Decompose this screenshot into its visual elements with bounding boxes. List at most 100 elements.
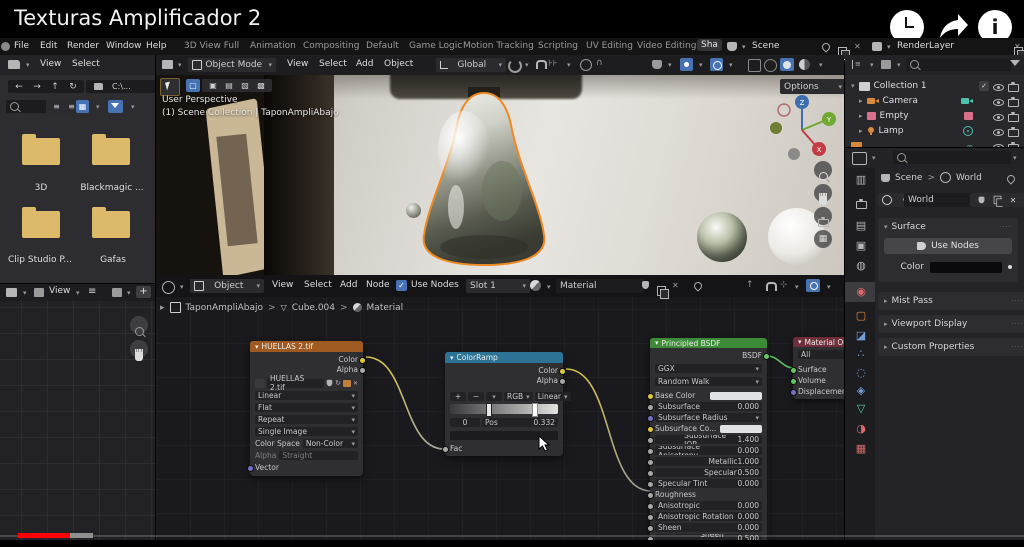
outliner-filter-chevron-icon[interactable]: ▾: [897, 61, 901, 69]
socket-alpha-output[interactable]: [559, 378, 566, 385]
socket-bsdf-output[interactable]: [763, 353, 770, 360]
node-snap-magnet-icon[interactable]: [766, 282, 777, 291]
workspace-tab-compositing[interactable]: Compositing: [303, 41, 359, 51]
shading-material-preview-button[interactable]: [780, 58, 794, 71]
workspace-tab-3d-view-full[interactable]: 3D View Full: [184, 41, 239, 51]
node-overlays-chevron-icon[interactable]: ▾: [827, 283, 831, 291]
material-slot-selector[interactable]: Slot 1 ▾: [466, 279, 530, 293]
show-gizmo-toggle[interactable]: [680, 58, 693, 71]
projection-dropdown[interactable]: Flat ▾: [255, 403, 358, 412]
panel-grip-icon[interactable]: ····: [1011, 343, 1024, 351]
socket-base-color[interactable]: [647, 393, 654, 400]
hide-eye-icon[interactable]: [993, 127, 1004, 136]
scene-datablock-icon[interactable]: [727, 42, 737, 51]
expand-icon[interactable]: ▸: [859, 112, 863, 120]
node-principled-bsdf[interactable]: ▾ Principled BSDF BSDF GGX ▾ Random Walk ▾ …: [647, 338, 770, 540]
use-nodes-checkbox[interactable]: ✓: [396, 280, 407, 291]
custom-properties-panel[interactable]: ▸ Custom Properties ····: [878, 338, 1024, 356]
object-name[interactable]: Empty: [880, 111, 909, 121]
breadcrumb-world[interactable]: World: [956, 173, 982, 183]
chrome-sphere-object[interactable]: [697, 212, 747, 262]
stop-index-field[interactable]: 0: [450, 418, 480, 427]
ramp-interpolation-dropdown[interactable]: Linear ▾: [534, 392, 571, 401]
shading-rendered-button[interactable]: [799, 59, 810, 70]
image-datablock-chevron-icon[interactable]: ▾: [127, 289, 131, 297]
image-editor-canvas[interactable]: [0, 301, 155, 540]
proportional-edit-icon[interactable]: [580, 59, 592, 71]
file-browser-menu-view[interactable]: View: [40, 59, 61, 69]
output-target-dropdown[interactable]: All: [798, 350, 844, 359]
color-ramp-gradient[interactable]: [450, 403, 558, 417]
gizmo-z-neg[interactable]: [788, 148, 800, 160]
folder-label[interactable]: Clip Studio P...: [2, 255, 78, 265]
workspace-tab-motion-tracking[interactable]: Motion Tracking: [463, 41, 534, 51]
path-field[interactable]: C:\...: [108, 80, 155, 93]
refresh-icon[interactable]: ↻: [335, 379, 341, 387]
unlink-icon[interactable]: ✕: [353, 380, 358, 387]
image-editor-menu-view[interactable]: View: [49, 286, 70, 296]
out liner-row-empty[interactable]: ▸ Empty: [859, 109, 1019, 123]
image-datablock-icon[interactable]: [112, 288, 122, 297]
workspace-tab-video-editing[interactable]: Video Editing: [637, 41, 696, 51]
socket-alpha-output[interactable]: [359, 367, 366, 374]
subsurface-color-swatch[interactable]: [720, 424, 762, 433]
file-browser-editor-icon[interactable]: [8, 60, 20, 69]
menu-edit[interactable]: Edit: [40, 41, 57, 51]
node-editor-chevron-icon[interactable]: ▾: [180, 283, 184, 291]
folder-label[interactable]: Gafas: [78, 255, 148, 265]
workspace-tab-default[interactable]: Default: [366, 41, 399, 51]
tab-view-layer-icon[interactable]: ▣: [853, 238, 869, 254]
ramp-stop-handle[interactable]: [532, 403, 539, 417]
go-to-parent-icon[interactable]: ↑: [746, 280, 754, 290]
tab-constraints-icon[interactable]: ◈: [853, 383, 869, 399]
stop-position-field[interactable]: Pos 0.332: [482, 418, 558, 427]
workspace-tab-shading-active[interactable]: Sha: [697, 39, 722, 51]
gizmo-y-neg[interactable]: [770, 122, 782, 134]
outliner-filter-type-icon[interactable]: [881, 60, 891, 69]
menu-help[interactable]: Help: [146, 41, 167, 51]
outliner-row-collection[interactable]: ▾ Collection 1 ✓: [851, 79, 1019, 93]
expand-icon[interactable]: ▸: [859, 97, 863, 105]
socket-fac-input[interactable]: [442, 446, 449, 453]
scene-chevron-icon[interactable]: ▾: [742, 43, 746, 51]
viewport-menu-add[interactable]: Add: [356, 59, 373, 69]
image-pan-button[interactable]: [130, 340, 148, 361]
panel-grip-icon[interactable]: ····: [999, 223, 1012, 231]
image-zoom-button[interactable]: [130, 316, 148, 336]
base-color-swatch[interactable]: [710, 391, 762, 400]
render-visibility-icon[interactable]: [1008, 96, 1019, 107]
snap-magnet-icon[interactable]: [536, 60, 547, 69]
scene-close-icon[interactable]: ✕: [854, 42, 861, 51]
image-editor-type-chevron-icon[interactable]: ▾: [23, 289, 27, 297]
tab-tool-icon[interactable]: ▥: [853, 172, 869, 188]
tab-texture-icon[interactable]: ▦: [853, 441, 869, 457]
file-browser-menu-select[interactable]: Select: [72, 59, 100, 69]
expand-icon[interactable]: ▾: [851, 82, 855, 90]
outliner-row-lamp[interactable]: ▸ Lamp: [859, 124, 1019, 138]
material-close-icon[interactable]: ✕: [672, 281, 679, 290]
folder-icon[interactable]: [92, 134, 130, 165]
breadcrumb-material[interactable]: Material: [367, 303, 404, 313]
outliner-mode-chevron-icon[interactable]: ▾: [870, 61, 874, 69]
options-button[interactable]: Options ▾: [780, 79, 844, 94]
render-visibility-icon[interactable]: [1008, 111, 1019, 122]
outliner-search-input[interactable]: [906, 58, 1012, 71]
properties-options-chevron-icon[interactable]: ▾: [1013, 154, 1017, 162]
viewport-editor-type-icon[interactable]: [162, 60, 173, 69]
color-space-dropdown[interactable]: Non-Color ▾: [302, 439, 358, 448]
menu-icon[interactable]: ≡: [88, 286, 96, 297]
properties-editor-chevron-icon[interactable]: ▾: [872, 154, 876, 162]
material-datablock-icon[interactable]: [530, 280, 541, 291]
panel-grip-icon[interactable]: ····: [1011, 320, 1024, 328]
snap-target-icon[interactable]: [508, 59, 522, 73]
tab-physics-icon[interactable]: ◌: [853, 365, 869, 381]
hide-eye-icon[interactable]: [993, 142, 1004, 147]
folder-label[interactable]: Blackmagic ...: [76, 183, 148, 193]
node-menu-add[interactable]: Add: [340, 280, 357, 290]
source-dropdown[interactable]: Single Image ▾: [255, 427, 358, 436]
specular-tint-slider[interactable]: Specular Tint 0.000: [655, 479, 762, 488]
workspace-tab-game-logic[interactable]: Game Logic: [409, 41, 462, 51]
menu-window[interactable]: Window: [106, 41, 142, 51]
video-progress-track[interactable]: [0, 535, 1024, 537]
node-editor-type-icon[interactable]: [162, 281, 175, 294]
